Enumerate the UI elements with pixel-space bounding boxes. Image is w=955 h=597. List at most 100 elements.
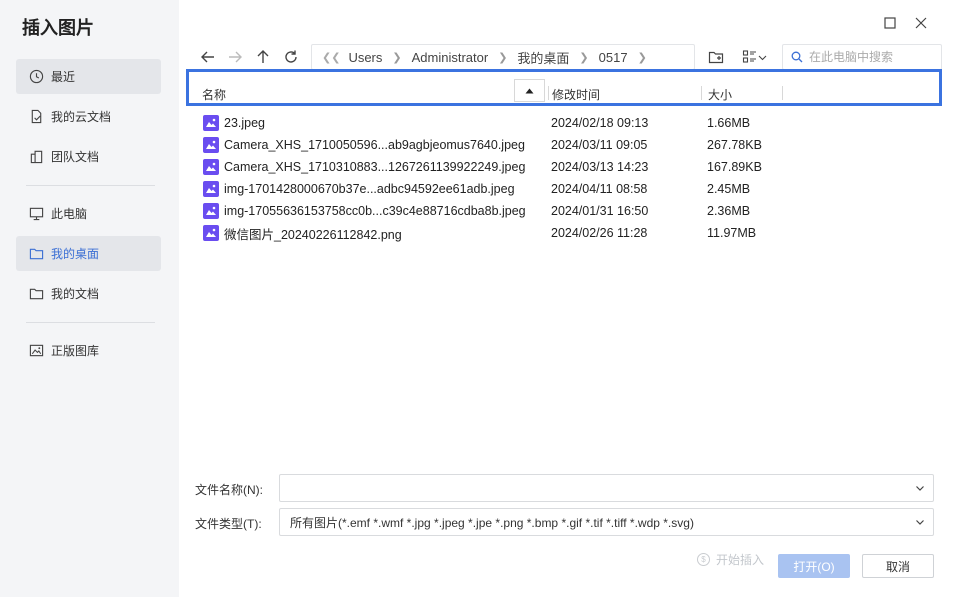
arrow-right-icon [229,51,242,63]
maximize-icon [884,17,896,29]
filetype-select[interactable]: 所有图片(*.emf *.wmf *.jpg *.jpeg *.jpe *.pn… [279,508,934,536]
clock-icon [28,69,44,85]
chevron-right-icon: ❯ [498,51,508,64]
sidebar-item-my-desktop[interactable]: 我的桌面 [16,236,161,271]
arrow-left-icon [201,51,214,63]
search-input[interactable] [809,50,934,64]
file-size: 167.89KB [707,160,762,174]
image-file-icon [203,203,219,219]
sidebar-item-label: 此电脑 [51,207,88,221]
chevron-right-icon: ❯ [392,51,402,64]
breadcrumb-0517[interactable]: 0517 [597,50,630,65]
sidebar-item-my-documents[interactable]: 我的文档 [16,276,161,311]
column-divider[interactable] [548,86,549,100]
column-header-size[interactable]: 大小 [708,86,732,103]
chevron-double-left-icon[interactable]: ❮❮ [312,51,346,64]
dialog-title: 插入图片 [22,18,94,38]
start-insert-label: 开始插入 [716,553,765,567]
sort-button[interactable] [514,79,545,102]
team-doc-icon [28,149,44,165]
refresh-button[interactable] [280,46,302,68]
close-icon [915,17,927,29]
breadcrumb-desktop[interactable]: 我的桌面 [515,48,571,67]
back-button[interactable] [197,46,219,68]
file-row[interactable]: 23.jpeg 2024/02/18 09:13 1.66MB [199,112,934,134]
gallery-icon [28,343,44,359]
breadcrumb-users[interactable]: Users [346,50,384,65]
new-folder-button[interactable] [705,46,727,68]
file-name: Camera_XHS_1710310883...1267261139922249… [224,160,526,174]
file-row[interactable]: Camera_XHS_1710050596...ab9agbjeomus7640… [199,134,934,156]
file-name: 23.jpeg [224,116,266,130]
sidebar-item-this-pc[interactable]: 此电脑 [16,196,161,231]
sort-asc-icon [525,88,534,93]
column-header-modified[interactable]: 修改时间 [552,86,600,103]
sidebar-item-gallery[interactable]: 正版图库 [16,333,161,368]
start-insert-button[interactable]: $ 开始插入 [697,551,764,568]
sidebar-item-recent[interactable]: 最近 [16,59,161,94]
column-divider[interactable] [782,86,783,100]
file-size: 11.97MB [707,226,757,240]
image-file-icon [203,137,219,153]
arrow-up-icon [257,50,269,63]
image-file-icon [203,115,219,131]
file-row[interactable]: img-17055636153758cc0b...c39c4e88716cdba… [199,200,934,222]
chevron-down-icon[interactable] [915,517,925,527]
up-button[interactable] [252,46,274,68]
file-name: img-17055636153758cc0b...c39c4e88716cdba… [224,204,526,218]
coin-icon: $ [697,553,710,566]
sidebar-divider [26,185,155,186]
filename-combobox[interactable] [279,474,934,502]
filetype-label: 文件类型(T): [195,517,262,531]
search-box[interactable] [782,44,942,70]
sidebar-item-label: 我的桌面 [51,247,100,261]
column-divider[interactable] [701,86,702,100]
maximize-button[interactable] [881,14,899,32]
column-header-name[interactable]: 名称 [202,86,226,103]
file-size: 2.45MB [707,182,751,196]
sidebar-item-cloud-docs[interactable]: 我的云文档 [16,99,161,134]
file-date: 2024/02/18 09:13 [551,116,649,130]
file-name: img-1701428000670b37e...adbc94592ee61adb… [224,182,515,196]
address-bar[interactable]: ❮❮ Users ❯ Administrator ❯ 我的桌面 ❯ 0517 ❯ [311,44,695,70]
file-size: 267.78KB [707,138,762,152]
sidebar: 插入图片 最近 我的云文档 团队文档 此电脑 我的桌面 我的文档 正版图库 [0,0,179,597]
file-date: 2024/04/11 08:58 [551,182,648,196]
filename-label: 文件名称(N): [195,483,263,497]
chevron-down-icon[interactable] [915,483,925,493]
sidebar-item-team-docs[interactable]: 团队文档 [16,139,161,174]
chevron-right-icon[interactable]: ❯ [630,51,655,64]
forward-button[interactable] [224,46,246,68]
file-name: Camera_XHS_1710050596...ab9agbjeomus7640… [224,138,525,152]
file-date: 2024/03/13 14:23 [551,160,649,174]
file-size: 1.66MB [707,116,751,130]
file-row[interactable]: img-1701428000670b37e...adbc94592ee61adb… [199,178,934,200]
sidebar-divider [26,322,155,323]
file-row[interactable]: Camera_XHS_1710310883...1267261139922249… [199,156,934,178]
list-view-icon [742,50,756,63]
file-date: 2024/02/26 11:28 [551,226,648,240]
breadcrumb-administrator[interactable]: Administrator [410,50,491,65]
chevron-right-icon: ❯ [579,51,589,64]
refresh-icon [285,50,297,63]
image-file-icon [203,225,219,241]
sidebar-item-label: 最近 [51,70,76,84]
cloud-doc-icon [28,109,44,125]
chevron-down-icon [758,55,766,60]
view-mode-button[interactable] [738,46,770,68]
file-row[interactable]: 微信图片_20240226112842.png 2024/02/26 11:28… [199,222,934,244]
image-file-icon [203,181,219,197]
file-name: 微信图片_20240226112842.png [224,227,402,242]
cancel-button[interactable]: 取消 [862,554,934,578]
file-size: 2.36MB [707,204,751,218]
sidebar-item-label: 正版图库 [51,344,100,358]
close-button[interactable] [912,14,930,32]
open-button[interactable]: 打开(O) [778,554,850,578]
new-folder-icon [708,51,724,64]
sidebar-item-label: 团队文档 [51,150,100,164]
filename-input[interactable] [290,481,890,495]
folder-icon [28,286,44,302]
file-date: 2024/01/31 16:50 [551,204,649,218]
file-date: 2024/03/11 09:05 [551,138,648,152]
filetype-selected-value: 所有图片(*.emf *.wmf *.jpg *.jpeg *.jpe *.pn… [290,515,694,530]
